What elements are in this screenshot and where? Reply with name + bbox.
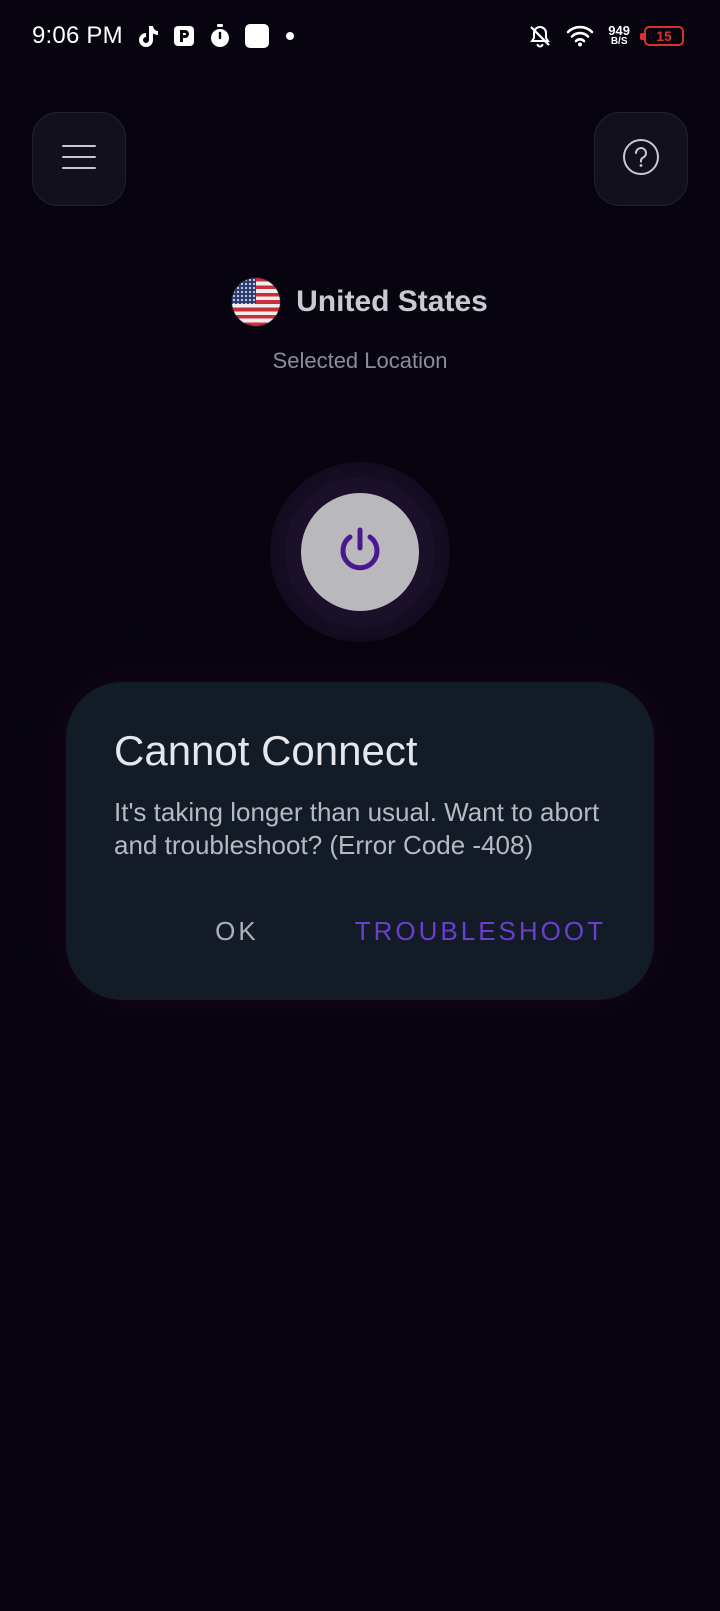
timer-icon <box>209 24 231 48</box>
battery-icon: 15 <box>640 26 684 46</box>
power-glow <box>270 462 450 642</box>
error-dialog: Cannot Connect It's taking longer than u… <box>66 682 654 1000</box>
app-p-icon <box>173 25 195 47</box>
help-question-icon <box>622 138 660 181</box>
dialog-message: It's taking longer than usual. Want to a… <box>114 797 600 860</box>
location-subtitle: Selected Location <box>272 348 448 373</box>
hamburger-menu-icon <box>62 144 96 175</box>
wifi-icon <box>566 25 594 47</box>
troubleshoot-button[interactable]: TROUBLESHOOT <box>355 910 606 953</box>
white-square-icon <box>244 24 269 48</box>
dot-icon <box>283 29 297 43</box>
network-speed-unit: B/S <box>610 36 628 47</box>
tiktok-icon <box>137 24 159 48</box>
network-speed: 949 B/S <box>608 23 630 47</box>
status-bar: 9:06 PM 949 B/S 15 <box>0 0 720 72</box>
ok-button[interactable]: OK <box>215 910 259 953</box>
dialog-actions: OK TROUBLESHOOT <box>215 910 606 953</box>
status-left: 9:06 PM <box>32 22 297 50</box>
power-button[interactable] <box>301 493 419 611</box>
country-name: United States <box>296 285 488 318</box>
us-flag-icon <box>232 278 281 326</box>
status-time: 9:06 PM <box>32 22 123 49</box>
status-right: 949 B/S 15 <box>528 24 688 48</box>
help-button[interactable] <box>594 112 688 206</box>
battery-level: 15 <box>656 28 672 44</box>
menu-button[interactable] <box>32 112 126 206</box>
location-selector[interactable]: United States <box>0 278 720 326</box>
dialog-title: Cannot Connect <box>114 727 418 774</box>
bell-off-icon <box>528 24 552 48</box>
power-ring <box>285 477 435 627</box>
network-speed-value: 949 <box>608 23 630 38</box>
power-icon <box>337 526 383 579</box>
